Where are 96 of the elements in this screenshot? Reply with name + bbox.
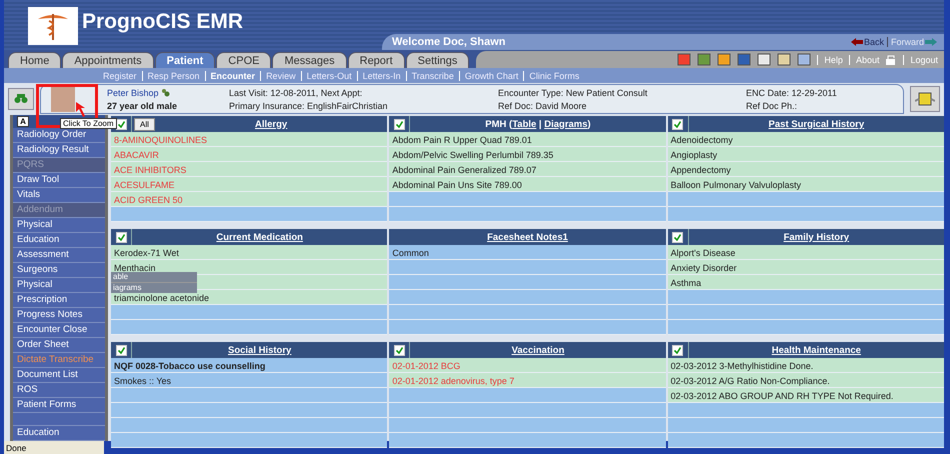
panel-title-link[interactable]: Allergy: [255, 118, 288, 130]
panel-row: ACE INHIBITORS: [111, 162, 388, 177]
nav-tab[interactable]: Patient: [154, 52, 216, 68]
panel-row: Abdom Pain R Upper Quad 789.01: [389, 132, 666, 147]
panel-row: 8-AMINOQUINOLINES: [111, 132, 388, 147]
sidebar-item[interactable]: Patient Forms: [13, 398, 105, 413]
sidebar-item[interactable]: Encounter Close: [13, 322, 105, 338]
nav-tab[interactable]: Home: [8, 52, 62, 68]
sidebar-item[interactable]: Draw Tool: [13, 172, 105, 188]
panel-row: Smokes :: Yes: [111, 373, 388, 388]
sidebar-item[interactable]: ROS: [13, 382, 105, 398]
checkbox[interactable]: [672, 344, 684, 356]
panel-title: |: [538, 118, 543, 130]
people-icon: [160, 88, 170, 97]
panel-row: 02-03-2012 ABO GROUP AND RH TYPE Not Required.: [668, 388, 944, 403]
patient-info-text: Encounter Type: New Patient Consult: [498, 88, 648, 98]
checkbox[interactable]: [394, 118, 405, 130]
checkbox[interactable]: [672, 118, 684, 130]
checkbox[interactable]: [116, 344, 126, 356]
nav-tab[interactable]: Settings: [406, 52, 470, 68]
checkbox[interactable]: [672, 232, 684, 242]
panel-row: Asthma: [668, 275, 944, 290]
sidebar-item[interactable]: Education: [13, 232, 105, 248]
patient-name-link[interactable]: Peter Bishop: [107, 88, 219, 98]
panel-row: NQF 0028-Tobacco use counselling: [111, 358, 388, 373]
panel-row: Abdom/Pelvic Swelling Perlumbil 789.35: [389, 147, 666, 162]
panel-row: ACESULFAME: [111, 177, 388, 192]
sidebar-item[interactable]: Physical: [13, 218, 105, 233]
panel-row: Balloon Pulmonary Valvuloplasty: [668, 177, 944, 192]
scroll-up-button[interactable]: A: [17, 116, 29, 127]
welcome-text: Welcome Doc, Shawn: [392, 36, 506, 48]
sidebar-item[interactable]: Document List: [13, 368, 105, 383]
nav-tab[interactable]: Messages: [272, 52, 347, 68]
nav-tab[interactable]: Report: [348, 52, 405, 68]
patient-summary: 27 year old male: [107, 100, 178, 110]
panel-title-link[interactable]: Past Surgical History: [768, 118, 864, 130]
patient-info-text: Last Visit: 12-08-2011, Next Appt:: [229, 88, 364, 98]
panel-row: Anxiety Disorder: [668, 260, 944, 275]
panel-row: ABACAVIR: [111, 147, 388, 162]
checkbox[interactable]: [394, 344, 405, 356]
nav-tab[interactable]: Appointments: [62, 52, 154, 68]
panel-title-link[interactable]: Facesheet Notes1: [487, 232, 568, 242]
patient-info-text: Ref Doc Ph.:: [746, 100, 798, 110]
binoculars-button[interactable]: [8, 88, 34, 110]
panel-row: Angioplasty: [668, 147, 944, 162]
panel-title-link[interactable]: Social History: [228, 344, 292, 356]
panel-title-link[interactable]: Diagrams: [544, 118, 588, 130]
patient-info-text: ENC Date: 12-29-2011: [746, 88, 838, 98]
sidebar-item[interactable]: Progress Notes: [13, 308, 105, 323]
panel-title-link[interactable]: Health Maintenance: [772, 344, 861, 356]
sidebar-item[interactable]: Assessment: [13, 248, 105, 263]
panel-title: PMH (: [485, 118, 512, 130]
panel-title: ): [588, 118, 591, 130]
panel-row: Adenoidectomy: [668, 132, 944, 147]
select-all-button[interactable]: All: [134, 118, 155, 130]
panel-row: 02-03-2012 3-Methylhistidine Done.: [668, 358, 944, 373]
panel-row: Abdominal Pain Uns Site 789.00: [389, 177, 666, 192]
panel-row: Kerodex-71 Wet: [111, 245, 388, 260]
status-bar: Done: [4, 441, 104, 454]
sidebar-item[interactable]: Radiology Result: [13, 142, 105, 158]
panel-row: Common: [389, 245, 666, 260]
panel-row: 02-03-2012 A/G Ratio Non-Compliance.: [668, 373, 944, 388]
id-card-button[interactable]: [910, 86, 940, 112]
sidebar-item[interactable]: Surgeons: [13, 262, 105, 278]
subnav-link[interactable]: Encounter: [204, 70, 260, 80]
panel-row: 02-01-2012 adenovirus, type 7: [389, 373, 666, 388]
back-link[interactable]: Back: [848, 37, 887, 47]
menu-item[interactable]: iagrams: [111, 282, 197, 293]
panel-title-link[interactable]: Vaccination: [512, 344, 564, 356]
tooltip: Click To Zoom: [60, 118, 117, 129]
checkbox[interactable]: [116, 232, 126, 242]
back-arrow-icon: [850, 38, 863, 46]
panel-row: Appendectomy: [668, 162, 944, 177]
patient-info-text: Primary Insurance: EnglishFairChristian: [229, 100, 389, 110]
app-title: PrognoCIS EMR: [82, 9, 244, 34]
nav-tab[interactable]: CPOE: [216, 52, 272, 68]
menu-item[interactable]: able: [111, 272, 197, 282]
logo-icon: [28, 7, 78, 45]
sidebar-item[interactable]: Vitals: [13, 188, 105, 203]
panel-title-link[interactable]: Family History: [784, 232, 850, 242]
sidebar-item[interactable]: Education: [13, 426, 105, 441]
panel-title-link[interactable]: Current Medication: [216, 232, 303, 242]
binoculars-icon: [14, 94, 28, 104]
panel-title-link[interactable]: Table: [512, 118, 536, 130]
panel-row: Abdominal Pain Generalized 789.07: [389, 162, 666, 177]
sidebar-item[interactable]: Order Sheet: [13, 338, 105, 353]
panel-row: 02-01-2012 BCG: [389, 358, 666, 373]
sidebar-item[interactable]: Prescription: [13, 292, 105, 308]
pointer-arrow: [76, 102, 85, 117]
panel-row: triamcinolone acetonide: [111, 290, 388, 305]
sidebar-item[interactable]: Physical: [13, 278, 105, 293]
panel-row: Alport's Disease: [668, 245, 944, 260]
patient-info-text: Ref Doc: David Moore: [498, 100, 588, 110]
panel-row: ACID GREEN 50: [111, 192, 388, 207]
sidebar-item[interactable]: Radiology Order: [13, 128, 105, 143]
forward-arrow-icon: [925, 38, 937, 46]
